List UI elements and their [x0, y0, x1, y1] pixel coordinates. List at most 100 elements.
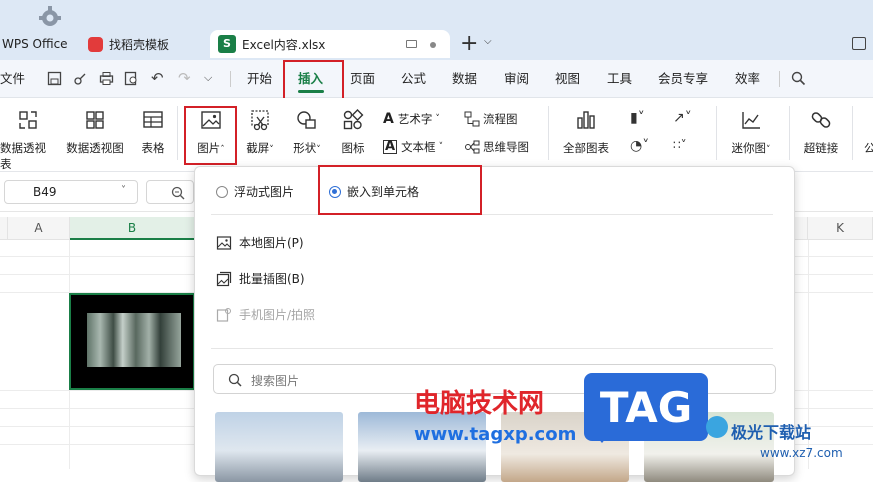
- ribbon-separator: [177, 106, 178, 160]
- gear-icon[interactable]: [36, 4, 64, 26]
- redo-icon[interactable]: ↷: [178, 69, 191, 87]
- print-preview-icon[interactable]: [124, 71, 139, 86]
- dropdown-divider: [211, 348, 773, 349]
- menu-divider: [779, 71, 780, 87]
- local-picture-item[interactable]: 本地图片(P): [216, 234, 304, 251]
- pie-chart-icon[interactable]: ◔˅: [630, 138, 649, 154]
- column-header-b[interactable]: B: [70, 217, 195, 240]
- textbox-button[interactable]: A 文本框 ˅: [383, 139, 443, 155]
- hyperlink-button[interactable]: 超链接: [800, 108, 842, 156]
- menu-formula[interactable]: 公式: [401, 60, 426, 98]
- phone-picture-label: 手机图片/拍照: [239, 308, 316, 322]
- picture-thumbnail[interactable]: [215, 412, 343, 482]
- batch-images-icon: [216, 271, 232, 286]
- embedded-picture: [87, 313, 181, 367]
- pivot-table-icon: [19, 111, 37, 129]
- chevron-down-icon: ˅: [435, 114, 440, 124]
- line-chart-icon[interactable]: ↗˅: [673, 110, 692, 126]
- scissors-icon: [251, 110, 269, 131]
- column-header-k[interactable]: K: [808, 217, 873, 240]
- zoom-box[interactable]: [146, 180, 194, 204]
- docer-icon: [88, 36, 103, 52]
- picture-button-highlight: [184, 106, 237, 165]
- menu-data[interactable]: 数据: [452, 60, 477, 98]
- search-icon[interactable]: [791, 71, 806, 86]
- column-header-a[interactable]: A: [8, 217, 70, 240]
- tab-label: Excel内容.xlsx: [242, 37, 326, 52]
- table-button[interactable]: 表格: [136, 108, 170, 156]
- new-tab-button[interactable]: +: [460, 30, 478, 58]
- corner-brand-logo: [706, 416, 728, 438]
- formula-partial-label[interactable]: 公: [864, 140, 873, 156]
- floating-picture-option[interactable]: 浮动式图片: [216, 183, 294, 200]
- sparkline-icon: [742, 112, 760, 129]
- select-all-corner[interactable]: [0, 217, 8, 240]
- watermark-site-name: 电脑技术网: [414, 389, 545, 419]
- picture-thumbnail[interactable]: [358, 412, 486, 482]
- tab-wps-office[interactable]: WPS Office: [2, 30, 82, 58]
- window-icon[interactable]: [406, 40, 417, 48]
- floating-picture-label: 浮动式图片: [234, 185, 295, 199]
- batch-insert-label: 批量插图(B): [239, 272, 305, 286]
- phone-camera-icon: [216, 307, 231, 322]
- menu-page[interactable]: 页面: [350, 60, 375, 98]
- name-box-value: B49: [33, 185, 57, 199]
- pivot-chart-icon: [86, 111, 104, 129]
- undo-icon[interactable]: ↶: [151, 69, 164, 87]
- phone-picture-item: 手机图片/拍照: [216, 306, 315, 323]
- selected-cell-b49[interactable]: [69, 293, 195, 390]
- column-header-j[interactable]: [795, 217, 808, 240]
- menu-efficiency[interactable]: 效率: [735, 60, 760, 98]
- screenshot-button[interactable]: 截屏˅: [238, 108, 282, 156]
- ribbon-separator: [548, 106, 549, 160]
- chevron-down-icon: ˅: [121, 185, 126, 196]
- share-icon[interactable]: [73, 71, 88, 86]
- chevron-down-icon[interactable]: ⌵: [204, 71, 212, 85]
- column-chart-icon[interactable]: ▮˅: [630, 110, 645, 126]
- ribbon-separator: [716, 106, 717, 160]
- tab-label: 找稻壳模板: [109, 37, 170, 52]
- menu-tools[interactable]: 工具: [607, 60, 632, 98]
- sparkline-button[interactable]: 迷你图˅: [726, 108, 776, 156]
- tab-excel-file[interactable]: S Excel内容.xlsx: [210, 30, 450, 58]
- all-charts-button[interactable]: 全部图表: [558, 108, 614, 156]
- corner-brand-url: www.xz7.com: [760, 446, 843, 460]
- icons-button[interactable]: 图标: [336, 108, 370, 156]
- tag-logo-text: TAG: [599, 383, 693, 432]
- pivot-table-button[interactable]: 数据透视表: [0, 108, 56, 172]
- menu-member[interactable]: 会员专享: [658, 60, 708, 98]
- mindmap-button[interactable]: 思维导图: [464, 139, 529, 155]
- search-icon: [228, 373, 242, 387]
- menu-home[interactable]: 开始: [247, 60, 272, 98]
- tab-label: WPS Office: [2, 37, 68, 51]
- mindmap-label: 思维导图: [483, 140, 529, 154]
- name-box[interactable]: B49 ˅: [4, 180, 138, 204]
- scatter-chart-icon[interactable]: ∷˅: [673, 138, 687, 152]
- chevron-down-icon[interactable]: ⌵: [484, 36, 492, 47]
- tab-template[interactable]: 找稻壳模板: [88, 30, 203, 58]
- ribbon: 数据透视表 数据透视图 表格 图片ˆ 截屏˅ 形状˅ 图标 A 艺术字 ˅ A …: [0, 98, 873, 172]
- chevron-down-icon: ˅: [766, 145, 771, 155]
- icon-library-icon: [343, 109, 364, 130]
- shapes-button[interactable]: 形状˅: [286, 108, 328, 156]
- menu-file[interactable]: 文件: [0, 60, 25, 98]
- wordart-button[interactable]: A 艺术字 ˅: [383, 111, 440, 127]
- sidebar-toggle-icon[interactable]: [852, 37, 866, 50]
- search-placeholder: 搜索图片: [251, 374, 300, 388]
- pivot-chart-button[interactable]: 数据透视图: [64, 108, 126, 156]
- corner-brand-name: 极光下载站: [731, 423, 812, 442]
- ribbon-separator: [852, 106, 853, 160]
- menu-review[interactable]: 审阅: [504, 60, 529, 98]
- excel-file-icon: S: [218, 35, 236, 53]
- hyperlink-label: 超链接: [803, 141, 839, 155]
- all-charts-label: 全部图表: [563, 141, 609, 155]
- ribbon-separator: [789, 106, 790, 160]
- menu-view[interactable]: 视图: [555, 60, 580, 98]
- flowchart-label: 流程图: [483, 112, 518, 126]
- batch-insert-item[interactable]: 批量插图(B): [216, 270, 305, 287]
- zoom-icon: [171, 186, 185, 200]
- save-icon[interactable]: [47, 71, 62, 86]
- flowchart-button[interactable]: 流程图: [464, 111, 518, 127]
- print-icon[interactable]: [99, 71, 114, 86]
- textbox-icon: A: [383, 139, 398, 154]
